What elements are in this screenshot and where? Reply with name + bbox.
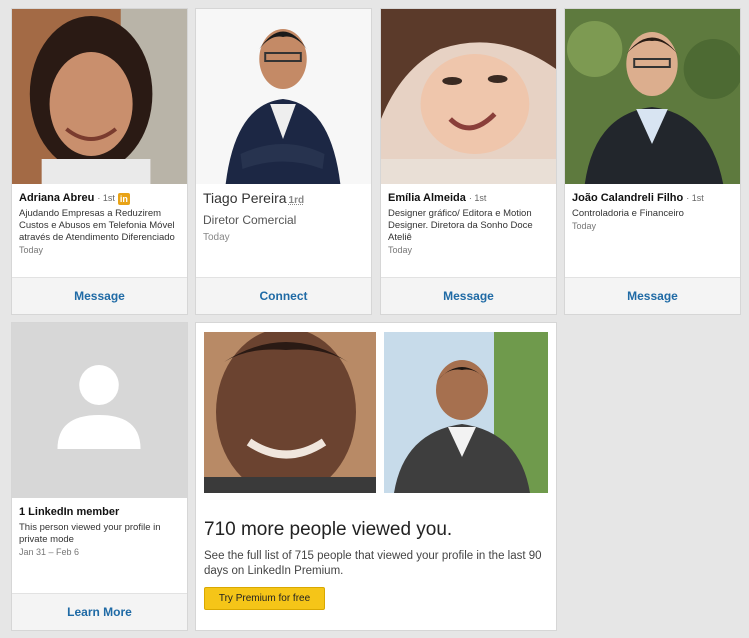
profile-photo[interactable] <box>565 9 740 184</box>
anonymous-avatar <box>12 323 187 498</box>
connect-button[interactable]: Connect <box>196 277 371 314</box>
message-button[interactable]: Message <box>565 277 740 314</box>
message-button[interactable]: Message <box>381 277 556 314</box>
connection-degree: 1rd <box>288 195 305 206</box>
viewer-name[interactable]: Adriana Abreu <box>19 192 94 204</box>
try-premium-button[interactable]: Try Premium for free <box>204 587 325 610</box>
premium-upsell-card: 710 more people viewed you. See the full… <box>195 322 557 631</box>
viewer-card: Emília Almeida · 1st Designer gráfico/ Ed… <box>380 8 557 315</box>
viewer-card: Tiago Pereira 1rd Diretor Comercial Today… <box>195 8 372 315</box>
private-viewer-headline: This person viewed your profile in priva… <box>19 522 161 545</box>
viewed-time: Today <box>203 232 230 243</box>
blurred-viewer-photo <box>384 332 548 493</box>
premium-description: See the full list of 715 people that vie… <box>204 550 542 577</box>
profile-photo[interactable] <box>381 9 556 184</box>
viewer-card: Adriana Abreu · 1st in Ajudando Empresas a… <box>11 8 188 315</box>
viewed-time: Today <box>388 245 413 255</box>
profile-photo[interactable] <box>12 9 187 184</box>
profile-photo[interactable] <box>196 9 371 184</box>
viewer-headline: Ajudando Empresas a Reduzirem Custos e A… <box>19 208 175 243</box>
viewer-name[interactable]: João Calandreli Filho <box>572 192 683 204</box>
connection-degree: · 1st <box>686 193 704 203</box>
viewer-headline: Designer gráfico/ Editora e Motion Desig… <box>388 208 533 243</box>
linkedin-icon: in <box>117 193 130 205</box>
viewer-name[interactable]: Tiago Pereira <box>203 190 287 206</box>
viewed-date-range: Jan 31 – Feb 6 <box>19 547 80 557</box>
viewed-time: Today <box>19 245 44 255</box>
private-viewer-card: 1 LinkedIn member This person viewed you… <box>11 322 188 631</box>
viewer-headline: Controladoria e Financeiro <box>572 208 684 219</box>
viewed-time: Today <box>572 221 597 231</box>
viewer-name[interactable]: Emília Almeida <box>388 192 466 204</box>
connection-degree: · 1st <box>97 193 115 203</box>
more-viewers-title: 710 more people viewed you. <box>204 519 453 540</box>
learn-more-button[interactable]: Learn More <box>12 593 187 630</box>
connection-degree: · 1st <box>468 193 487 203</box>
viewer-card: João Calandreli Filho · 1st Controladoria… <box>564 8 741 315</box>
message-button[interactable]: Message <box>12 277 187 314</box>
blurred-viewer-photo <box>204 332 376 493</box>
private-viewer-title: 1 LinkedIn member <box>19 506 120 518</box>
viewer-headline: Diretor Comercial <box>203 213 297 227</box>
